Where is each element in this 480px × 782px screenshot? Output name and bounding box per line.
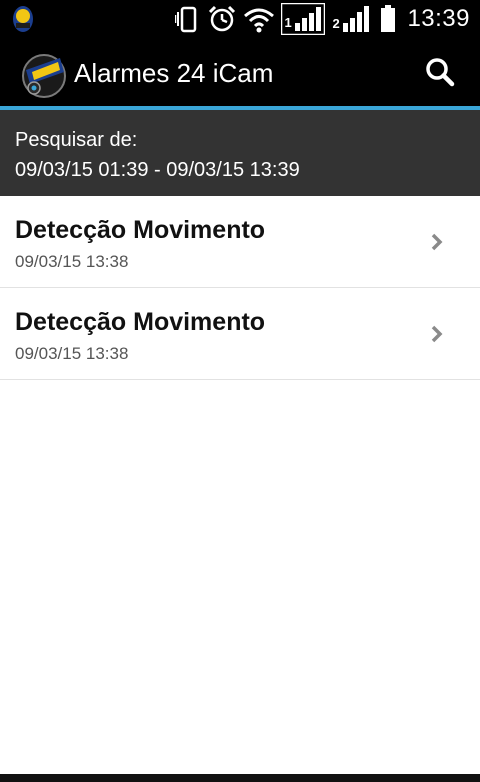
alarm-icon: [207, 4, 237, 34]
sim1-label: 1: [284, 15, 292, 30]
app-logo-icon[interactable]: [20, 50, 68, 98]
event-date: 09/03/15 13:38: [15, 252, 129, 271]
list-item[interactable]: Detecção Movimento 09/03/15 13:38: [0, 196, 480, 288]
signal-sim1-icon: 1: [281, 3, 326, 35]
signal-sim2-icon: 2: [331, 4, 373, 34]
action-bar: Alarmes 24 iCam: [0, 38, 480, 106]
list-item[interactable]: Detecção Movimento 09/03/15 13:38: [0, 288, 480, 380]
search-range-label: Pesquisar de:: [15, 129, 138, 151]
vibrate-icon: [175, 4, 201, 34]
event-list: Detecção Movimento 09/03/15 13:38 Detecç…: [0, 196, 480, 380]
status-bar: 1 2 13:39: [0, 0, 480, 38]
event-title: Detecção Movimento: [15, 216, 266, 244]
chevron-right-icon: [430, 232, 444, 252]
wifi-icon: [243, 4, 275, 34]
search-range-value: 09/03/15 01:39 - 09/03/15 13:39: [15, 159, 300, 181]
app-title: Alarmes 24 iCam: [74, 58, 274, 88]
search-button[interactable]: [422, 54, 458, 90]
event-title: Detecção Movimento: [15, 308, 266, 336]
search-range-header: Pesquisar de: 09/03/15 01:39 - 09/03/15 …: [0, 110, 480, 196]
battery-icon: [379, 4, 397, 34]
clock: 13:39: [407, 5, 470, 32]
bottom-edge: [0, 774, 480, 782]
chevron-right-icon: [430, 324, 444, 344]
search-icon: [426, 58, 455, 87]
event-date: 09/03/15 13:38: [15, 344, 129, 363]
sim2-label: 2: [332, 16, 340, 31]
app-notification-icon: [12, 4, 34, 34]
